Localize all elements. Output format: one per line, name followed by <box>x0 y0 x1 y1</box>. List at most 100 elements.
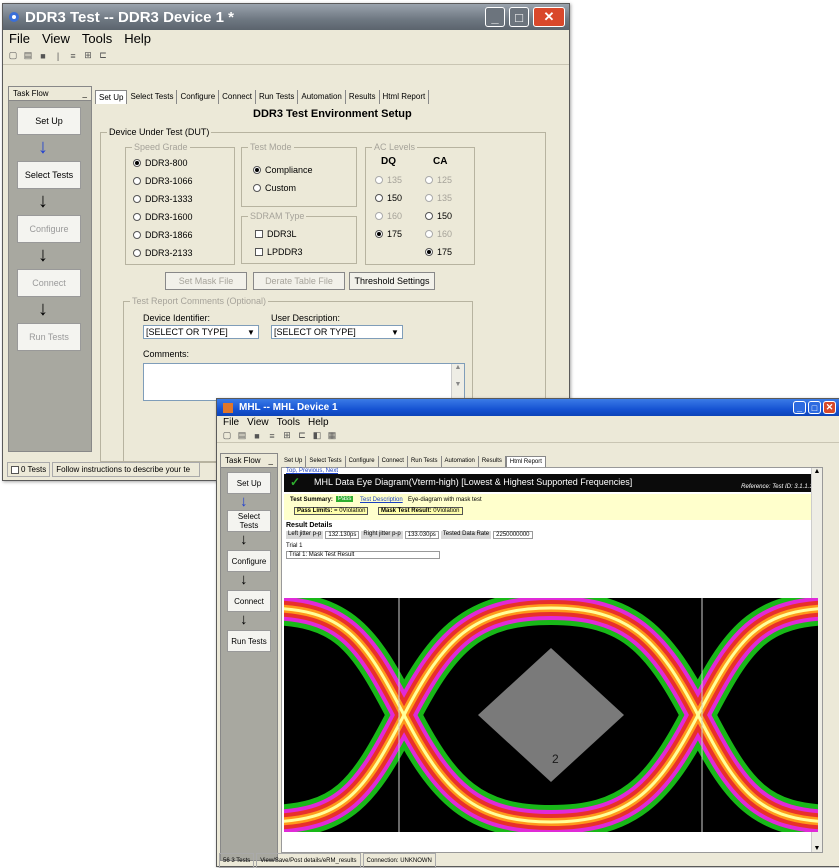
tab-connect[interactable]: Connect <box>219 90 256 104</box>
menu-view[interactable]: View <box>42 31 70 46</box>
taskflow-header: Task Flow _ <box>9 87 91 101</box>
taskflow-collapse-icon[interactable]: _ <box>83 89 87 98</box>
scroll-up-icon[interactable]: ▲ <box>812 468 822 475</box>
status-bar: 56 3 Tests View/Save/Post details/eRM_re… <box>219 853 438 868</box>
chevron-down-icon[interactable]: ▼ <box>244 326 258 338</box>
tab-automation[interactable]: Automation <box>298 90 346 104</box>
device-identifier-select[interactable]: [SELECT OR TYPE] ▼ <box>143 325 259 339</box>
tab-run-tests[interactable]: Run Tests <box>256 90 299 104</box>
radio-ddr3-2133[interactable]: DDR3-2133 <box>133 248 193 258</box>
tab-automation[interactable]: Automation <box>442 456 479 467</box>
menu-tools[interactable]: Tools <box>277 417 300 428</box>
radio-ddr3-800[interactable]: DDR3-800 <box>133 158 188 168</box>
radio-dq-135[interactable]: 135 <box>375 175 402 185</box>
maximize-button[interactable]: □ <box>808 401 821 414</box>
test-description-link[interactable]: Test Description <box>360 497 403 503</box>
tool-icon-2[interactable]: ⊞ <box>281 430 293 442</box>
radio-ca-125[interactable]: 125 <box>425 175 452 185</box>
tab-html-report[interactable]: Html Report <box>380 90 430 104</box>
menu-help[interactable]: Help <box>124 31 151 46</box>
menu-help[interactable]: Help <box>308 417 329 428</box>
step-select-tests[interactable]: Select Tests <box>227 510 271 532</box>
minimize-button[interactable]: _ <box>793 401 806 414</box>
arrow-down-icon: ↓ <box>240 611 248 628</box>
radio-dq-175[interactable]: 175 <box>375 229 402 239</box>
scroll-down-icon[interactable]: ▼ <box>452 381 464 388</box>
tool-icon-3[interactable]: ⊏ <box>296 430 308 442</box>
radio-dq-150[interactable]: 150 <box>375 193 402 203</box>
tab-configure[interactable]: Configure <box>177 90 220 104</box>
tab-connect[interactable]: Connect <box>379 456 408 467</box>
eye-diagram-svg: 2 <box>284 598 818 832</box>
open-folder-icon[interactable]: ▤ <box>236 430 248 442</box>
scroll-down-icon[interactable]: ▼ <box>812 845 822 852</box>
minimize-button[interactable]: _ <box>485 7 505 27</box>
radio-label: DDR3-1333 <box>145 194 193 204</box>
tab-configure[interactable]: Configure <box>346 456 379 467</box>
tab-select-tests[interactable]: Select Tests <box>127 90 178 104</box>
step-configure[interactable]: Configure <box>227 550 271 572</box>
menu-file[interactable]: File <box>9 31 30 46</box>
comments-scrollbar[interactable]: ▲ ▼ <box>451 364 464 400</box>
taskflow-collapse-icon[interactable]: _ <box>269 456 273 465</box>
menu-view[interactable]: View <box>247 417 269 428</box>
scroll-up-icon[interactable]: ▲ <box>452 364 464 371</box>
threshold-settings-button[interactable]: Threshold Settings <box>349 272 435 290</box>
derate-table-file-button[interactable]: Derate Table File <box>253 272 345 290</box>
close-button[interactable]: ✕ <box>533 7 565 27</box>
radio-ca-135[interactable]: 135 <box>425 193 452 203</box>
set-mask-file-button[interactable]: Set Mask File <box>165 272 247 290</box>
maximize-button[interactable]: □ <box>509 7 529 27</box>
tool-icon-1[interactable]: ≡ <box>67 50 79 62</box>
menu-file[interactable]: File <box>223 417 239 428</box>
tab-results[interactable]: Results <box>479 456 506 467</box>
tool-icon-3[interactable]: ⊏ <box>97 50 109 62</box>
radio-compliance[interactable]: Compliance <box>253 165 313 175</box>
menu-tools[interactable]: Tools <box>82 31 112 46</box>
step-run-tests[interactable]: Run Tests <box>227 630 271 652</box>
radio-dq-160[interactable]: 160 <box>375 211 402 221</box>
arrow-down-icon: ↓ <box>38 190 48 212</box>
tab-html-report[interactable]: Html Report <box>505 456 546 467</box>
step-select-tests[interactable]: Select Tests <box>17 161 81 189</box>
checkbox-lpddr3[interactable]: LPDDR3 <box>255 247 303 257</box>
save-icon[interactable]: ■ <box>251 430 263 442</box>
open-folder-icon[interactable]: ▤ <box>22 50 34 62</box>
tool-icon-2[interactable]: ⊞ <box>82 50 94 62</box>
tab-select-tests[interactable]: Select Tests <box>306 456 346 467</box>
comments-textarea[interactable]: ▲ ▼ <box>143 363 465 401</box>
radio-ddr3-1333[interactable]: DDR3-1333 <box>133 194 193 204</box>
tab-setup[interactable]: Set Up <box>95 90 128 104</box>
radio-ddr3-1866[interactable]: DDR3-1866 <box>133 230 193 240</box>
print-icon[interactable]: ▦ <box>326 430 338 442</box>
user-description-select[interactable]: [SELECT OR TYPE] ▼ <box>271 325 403 339</box>
step-configure[interactable]: Configure <box>17 215 81 243</box>
mask-result-label: Mask Test Result: <box>381 508 432 514</box>
tab-strip: Set Up Select Tests Configure Connect Ru… <box>95 90 430 104</box>
tool-icon-1[interactable]: ≡ <box>266 430 278 442</box>
tab-results[interactable]: Results <box>346 90 380 104</box>
arrow-down-icon: ↓ <box>38 298 48 320</box>
user-description-label: User Description: <box>271 313 341 323</box>
radio-ca-175[interactable]: 175 <box>425 247 452 257</box>
chevron-down-icon[interactable]: ▼ <box>388 326 402 338</box>
new-file-icon[interactable]: ▢ <box>7 50 19 62</box>
tab-run-tests[interactable]: Run Tests <box>408 456 442 467</box>
checkbox-ddr3l[interactable]: DDR3L <box>255 229 297 239</box>
radio-ddr3-1066[interactable]: DDR3-1066 <box>133 176 193 186</box>
radio-ca-160[interactable]: 160 <box>425 229 452 239</box>
step-connect[interactable]: Connect <box>227 590 271 612</box>
step-setup[interactable]: Set Up <box>227 472 271 494</box>
save-icon[interactable]: ■ <box>37 50 49 62</box>
radio-custom[interactable]: Custom <box>253 183 296 193</box>
new-file-icon[interactable]: ▢ <box>221 430 233 442</box>
radio-ca-150[interactable]: 150 <box>425 211 452 221</box>
close-button[interactable]: ✕ <box>823 401 836 414</box>
step-setup[interactable]: Set Up <box>17 107 81 135</box>
radio-ddr3-1600[interactable]: DDR3-1600 <box>133 212 193 222</box>
step-connect[interactable]: Connect <box>17 269 81 297</box>
left-jitter-value: 132.130ps <box>325 531 360 539</box>
step-run-tests[interactable]: Run Tests <box>17 323 81 351</box>
tab-setup[interactable]: Set Up <box>281 456 307 467</box>
preview-icon[interactable]: ◧ <box>311 430 323 442</box>
